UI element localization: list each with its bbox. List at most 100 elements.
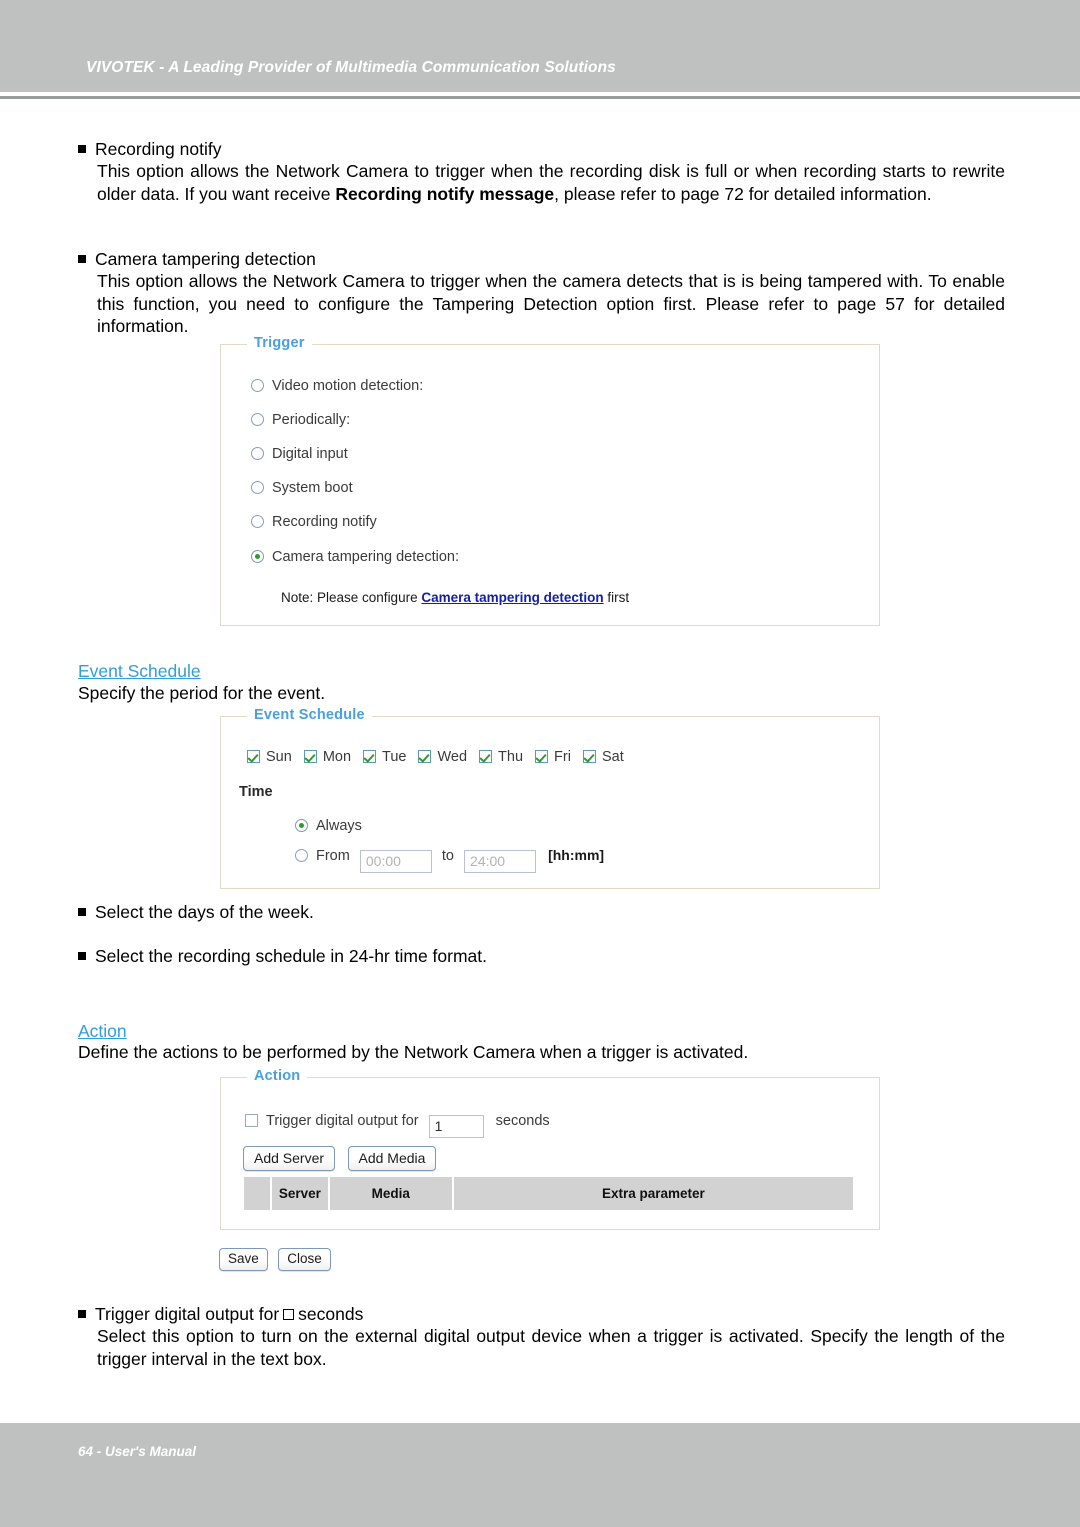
bullet-select-days: Select the days of the week. xyxy=(78,901,314,923)
weekday-label: Sun xyxy=(266,749,292,765)
weekday-label: Thu xyxy=(498,749,524,765)
radio-icon[interactable] xyxy=(251,447,264,460)
event-schedule-heading[interactable]: Event Schedule xyxy=(78,661,201,682)
weekday-checkbox-mon[interactable]: Mon xyxy=(303,749,363,765)
panel-notch xyxy=(220,716,246,717)
time-option-always[interactable]: Always xyxy=(295,818,362,834)
weekday-label: Fri xyxy=(554,749,571,765)
action-table-header-row: Server Media Extra parameter xyxy=(244,1177,853,1210)
checkbox-icon[interactable] xyxy=(418,750,432,763)
weekday-checkbox-row: Sun Mon Tue Wed Thu Fri Sat xyxy=(247,749,636,765)
action-table-header-media: Media xyxy=(329,1177,452,1210)
radio-icon[interactable] xyxy=(251,379,264,392)
checkbox-icon[interactable] xyxy=(363,750,377,763)
panel-notch xyxy=(220,1077,246,1078)
event-schedule-subtitle: Specify the period for the event. xyxy=(78,683,326,703)
camera-tampering-detection-link[interactable]: Camera tampering detection xyxy=(421,590,603,605)
page-header-title: VIVOTEK - A Leading Provider of Multimed… xyxy=(86,59,616,76)
form-action-buttons: Save Close xyxy=(219,1248,331,1271)
bullet-camera-tampering: Camera tampering detection This option a… xyxy=(78,248,1006,338)
bullet-camera-tampering-text: This option allows the Network Camera to… xyxy=(97,271,1005,336)
from-label: From xyxy=(316,848,350,864)
to-label: to xyxy=(441,848,454,864)
action-table-header-server: Server xyxy=(271,1177,328,1210)
bullet-recording-notify: Recording notify This option allows the … xyxy=(78,138,1006,205)
weekday-checkbox-thu[interactable]: Thu xyxy=(479,749,535,765)
trigger-digital-output-row[interactable]: Trigger digital output for 1 seconds xyxy=(245,1113,550,1138)
trigger-panel-legend: Trigger xyxy=(247,335,312,351)
add-media-button[interactable]: Add Media xyxy=(347,1146,437,1171)
from-time-input[interactable]: 00:00 xyxy=(359,850,432,873)
action-heading[interactable]: Action xyxy=(78,1021,127,1042)
trigger-output-bullet-pre: Trigger digital output for xyxy=(95,1304,280,1324)
checkbox-icon[interactable] xyxy=(245,1114,258,1127)
bullet-recording-notify-text: This option allows the Network Camera to… xyxy=(97,160,1005,205)
square-bullet-icon xyxy=(78,952,86,960)
weekday-checkbox-sun[interactable]: Sun xyxy=(247,749,304,765)
square-bullet-icon xyxy=(78,255,86,263)
seconds-input[interactable]: 1 xyxy=(428,1115,484,1138)
trigger-option-label: System boot xyxy=(272,480,353,496)
trigger-option-periodically[interactable]: Periodically: xyxy=(251,412,350,428)
time-format-hint: [hh:mm] xyxy=(548,847,605,863)
event-schedule-panel-legend: Event Schedule xyxy=(247,707,372,723)
trigger-digital-output-label: Trigger digital output for xyxy=(266,1113,419,1129)
weekday-checkbox-wed[interactable]: Wed xyxy=(418,749,479,765)
radio-icon-selected[interactable] xyxy=(295,819,308,832)
bullet-trigger-digital-output-title: Trigger digital output for seconds xyxy=(78,1303,1006,1325)
bullet-trigger-digital-output: Trigger digital output for seconds Select… xyxy=(78,1303,1006,1370)
radio-icon[interactable] xyxy=(295,849,308,862)
checkbox-icon[interactable] xyxy=(479,750,493,763)
trigger-option-system-boot[interactable]: System boot xyxy=(251,480,353,496)
seconds-label: seconds xyxy=(495,1113,550,1129)
weekday-label: Sat xyxy=(601,749,624,765)
checkbox-icon[interactable] xyxy=(582,750,596,763)
radio-icon-selected[interactable] xyxy=(251,550,264,563)
weekday-checkbox-sat[interactable]: Sat xyxy=(582,749,636,765)
trigger-option-video-motion-detection[interactable]: Video motion detection: xyxy=(251,378,423,394)
action-table-header-extra-parameter: Extra parameter xyxy=(453,1177,853,1210)
trigger-option-recording-notify[interactable]: Recording notify xyxy=(251,514,377,530)
close-button[interactable]: Close xyxy=(278,1248,331,1271)
trigger-output-bullet-post: seconds xyxy=(298,1304,364,1324)
trigger-note-prefix: Note: Please configure xyxy=(281,590,418,605)
add-server-button[interactable]: Add Server xyxy=(243,1146,336,1171)
trigger-panel: Trigger Video motion detection: Periodic… xyxy=(220,335,880,626)
page-header-bar: VIVOTEK - A Leading Provider of Multimed… xyxy=(0,0,1080,92)
square-bullet-icon xyxy=(78,908,86,916)
recording-notify-text-2: , please refer to page 72 for detailed i… xyxy=(554,183,932,204)
page-footer-bar: 64 - User's Manual xyxy=(0,1423,1080,1527)
trigger-option-label: Video motion detection: xyxy=(272,378,424,394)
trigger-option-label: Recording notify xyxy=(272,514,377,530)
page-footer-text: 64 - User's Manual xyxy=(78,1444,197,1459)
trigger-option-label: Digital input xyxy=(272,446,348,462)
trigger-option-camera-tampering-detection[interactable]: Camera tampering detection: xyxy=(251,549,459,565)
bullet-select-schedule: Select the recording schedule in 24-hr t… xyxy=(78,945,487,967)
time-option-from[interactable]: From 00:00 to 24:00 [hh:mm] xyxy=(295,847,604,873)
square-bullet-icon xyxy=(78,145,86,153)
always-label: Always xyxy=(316,818,362,834)
trigger-option-label: Camera tampering detection: xyxy=(272,549,459,565)
weekday-checkbox-tue[interactable]: Tue xyxy=(363,749,418,765)
radio-icon[interactable] xyxy=(251,413,264,426)
bullet-trigger-digital-output-text: Select this option to turn on the extern… xyxy=(97,1326,1005,1369)
weekday-label: Wed xyxy=(437,749,468,765)
empty-box-icon xyxy=(283,1309,295,1320)
action-subtitle: Define the actions to be performed by th… xyxy=(78,1042,749,1062)
weekday-checkbox-fri[interactable]: Fri xyxy=(535,749,583,765)
action-table-header-blank xyxy=(244,1177,270,1210)
action-buttons-row: Add Server Add Media xyxy=(243,1146,437,1171)
trigger-option-digital-input[interactable]: Digital input xyxy=(251,446,348,462)
radio-icon[interactable] xyxy=(251,481,264,494)
panel-notch xyxy=(220,344,246,345)
checkbox-icon[interactable] xyxy=(247,750,260,763)
recording-notify-emphasis: Recording notify message xyxy=(335,183,555,204)
weekday-label: Mon xyxy=(322,749,352,765)
checkbox-icon[interactable] xyxy=(303,750,317,763)
save-button[interactable]: Save xyxy=(219,1248,268,1271)
checkbox-icon[interactable] xyxy=(535,750,549,763)
trigger-note: Note: Please configure Camera tampering … xyxy=(281,590,629,605)
to-time-input[interactable]: 24:00 xyxy=(464,850,537,873)
radio-icon[interactable] xyxy=(251,515,264,528)
action-panel-legend: Action xyxy=(247,1068,308,1084)
